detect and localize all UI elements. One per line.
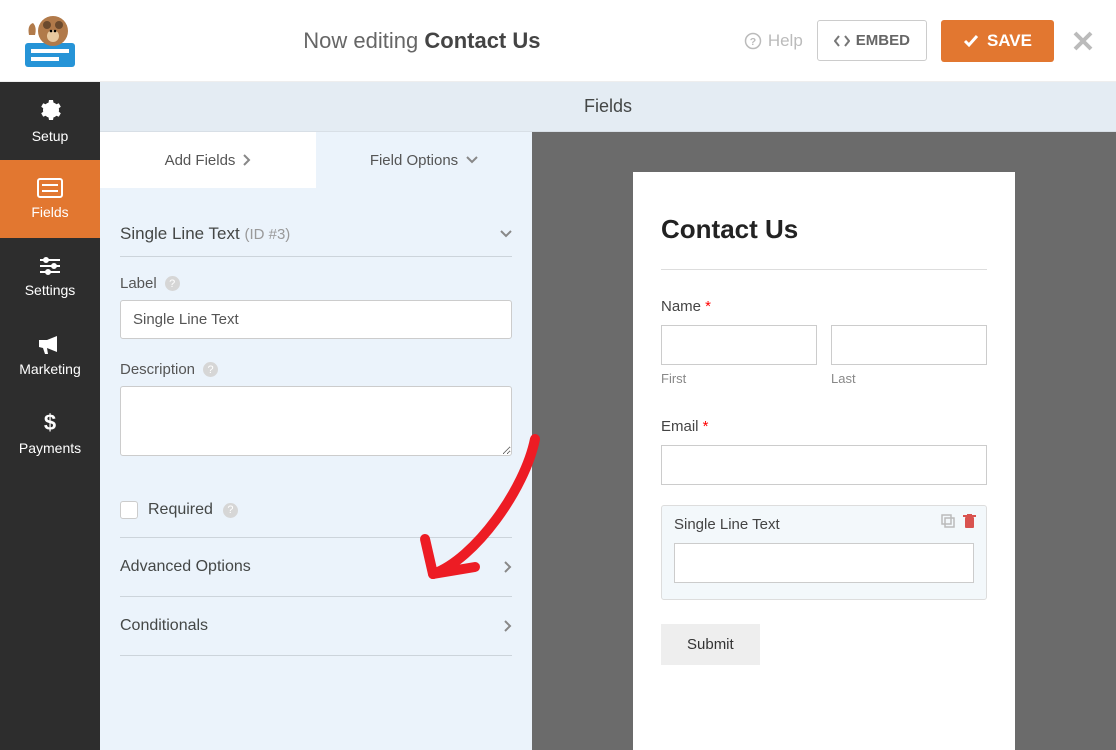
columns: Add Fields Field Options Single Line Tex…: [100, 132, 1116, 750]
submit-button[interactable]: Submit: [661, 624, 760, 665]
first-sublabel: First: [661, 371, 817, 386]
sidebar-item-settings[interactable]: Settings: [0, 238, 100, 316]
sidebar-item-payments[interactable]: $ Payments: [0, 394, 100, 472]
duplicate-icon[interactable]: [941, 514, 955, 529]
topbar: Now editing Contact Us ? Help EMBED SAVE: [0, 0, 1116, 82]
list-icon: [37, 178, 63, 198]
chevron-right-icon: [504, 561, 512, 573]
required-asterisk: *: [701, 298, 711, 315]
email-label: Email: [661, 418, 699, 435]
last-sublabel: Last: [831, 371, 987, 386]
required-row[interactable]: Required ?: [120, 483, 512, 538]
sidebar-item-label: Settings: [25, 282, 76, 298]
panel-tabs: Add Fields Field Options: [100, 132, 532, 188]
tab-label: Add Fields: [165, 152, 236, 169]
name-label: Name: [661, 298, 701, 315]
sidebar-item-label: Fields: [31, 204, 68, 220]
code-icon: [834, 34, 850, 48]
save-label: SAVE: [987, 31, 1032, 51]
svg-text:?: ?: [750, 35, 756, 47]
description-caption: Description: [120, 361, 195, 378]
embed-label: EMBED: [856, 32, 910, 49]
main-title: Fields: [100, 82, 1116, 132]
help-icon[interactable]: ?: [203, 362, 218, 377]
label-input[interactable]: [120, 300, 512, 339]
close-button[interactable]: [1072, 30, 1116, 52]
label-block: Label ?: [120, 275, 512, 339]
sidebar-item-fields[interactable]: Fields: [0, 160, 100, 238]
description-block: Description ?: [120, 361, 512, 461]
last-name-input[interactable]: [831, 325, 987, 365]
sidebar-item-label: Marketing: [19, 361, 80, 377]
logo: [0, 0, 100, 81]
form-name: Contact Us: [424, 28, 540, 53]
sidebar-item-label: Setup: [32, 128, 69, 144]
dollar-icon: $: [43, 410, 57, 434]
single-line-input[interactable]: [674, 543, 974, 583]
help-icon[interactable]: ?: [165, 276, 180, 291]
preview-canvas: Contact Us Name * First Last: [532, 132, 1116, 750]
label-caption: Label: [120, 275, 157, 292]
close-icon: [1072, 30, 1094, 52]
help-link[interactable]: ? Help: [744, 31, 803, 51]
single-line-label: Single Line Text: [674, 516, 974, 533]
top-actions: ? Help EMBED SAVE: [744, 20, 1072, 62]
delete-icon[interactable]: [963, 514, 976, 529]
description-input[interactable]: [120, 386, 512, 456]
first-name-input[interactable]: [661, 325, 817, 365]
embed-button[interactable]: EMBED: [817, 20, 927, 61]
tab-label: Field Options: [370, 152, 458, 169]
chevron-right-icon: [504, 620, 512, 632]
sidebar-item-setup[interactable]: Setup: [0, 82, 100, 160]
gear-icon: [38, 98, 62, 122]
advanced-label: Advanced Options: [120, 558, 251, 576]
tab-add-fields[interactable]: Add Fields: [100, 132, 316, 188]
chevron-right-icon: [243, 154, 251, 166]
save-button[interactable]: SAVE: [941, 20, 1054, 62]
name-field[interactable]: First Last: [661, 325, 987, 386]
email-input[interactable]: [661, 445, 987, 485]
help-label: Help: [768, 31, 803, 51]
required-checkbox[interactable]: [120, 501, 138, 519]
required-asterisk: *: [699, 418, 709, 435]
app-body: Setup Fields Settings Marketing $ Paymen…: [0, 82, 1116, 750]
selected-field[interactable]: Single Line Text: [661, 505, 987, 600]
editing-prefix: Now editing: [303, 28, 424, 53]
sidebar: Setup Fields Settings Marketing $ Paymen…: [0, 82, 100, 750]
bullhorn-icon: [37, 333, 63, 355]
editing-title: Now editing Contact Us: [100, 28, 744, 54]
help-icon[interactable]: ?: [223, 503, 238, 518]
field-header[interactable]: Single Line Text (ID #3): [120, 212, 512, 257]
advanced-options-row[interactable]: Advanced Options: [120, 538, 512, 597]
conditionals-label: Conditionals: [120, 617, 208, 635]
sidebar-item-label: Payments: [19, 440, 81, 456]
field-type: Single Line Text: [120, 224, 240, 243]
sidebar-item-marketing[interactable]: Marketing: [0, 316, 100, 394]
required-label: Required: [148, 501, 213, 519]
chevron-down-icon: [500, 230, 512, 238]
preview-title: Contact Us: [661, 214, 987, 270]
help-icon: ?: [744, 32, 762, 50]
options-panel: Add Fields Field Options Single Line Tex…: [100, 132, 532, 750]
conditionals-row[interactable]: Conditionals: [120, 597, 512, 656]
field-id: (ID #3): [244, 226, 290, 243]
sliders-icon: [38, 256, 62, 276]
check-icon: [963, 34, 979, 48]
tab-field-options[interactable]: Field Options: [316, 132, 532, 188]
svg-text:$: $: [44, 410, 56, 434]
form-preview: Contact Us Name * First Last: [633, 172, 1015, 750]
wpforms-logo-icon: [15, 11, 85, 71]
main: Fields Add Fields Field Options: [100, 82, 1116, 750]
field-options: Single Line Text (ID #3) Label ?: [100, 188, 532, 680]
chevron-down-icon: [466, 156, 478, 164]
